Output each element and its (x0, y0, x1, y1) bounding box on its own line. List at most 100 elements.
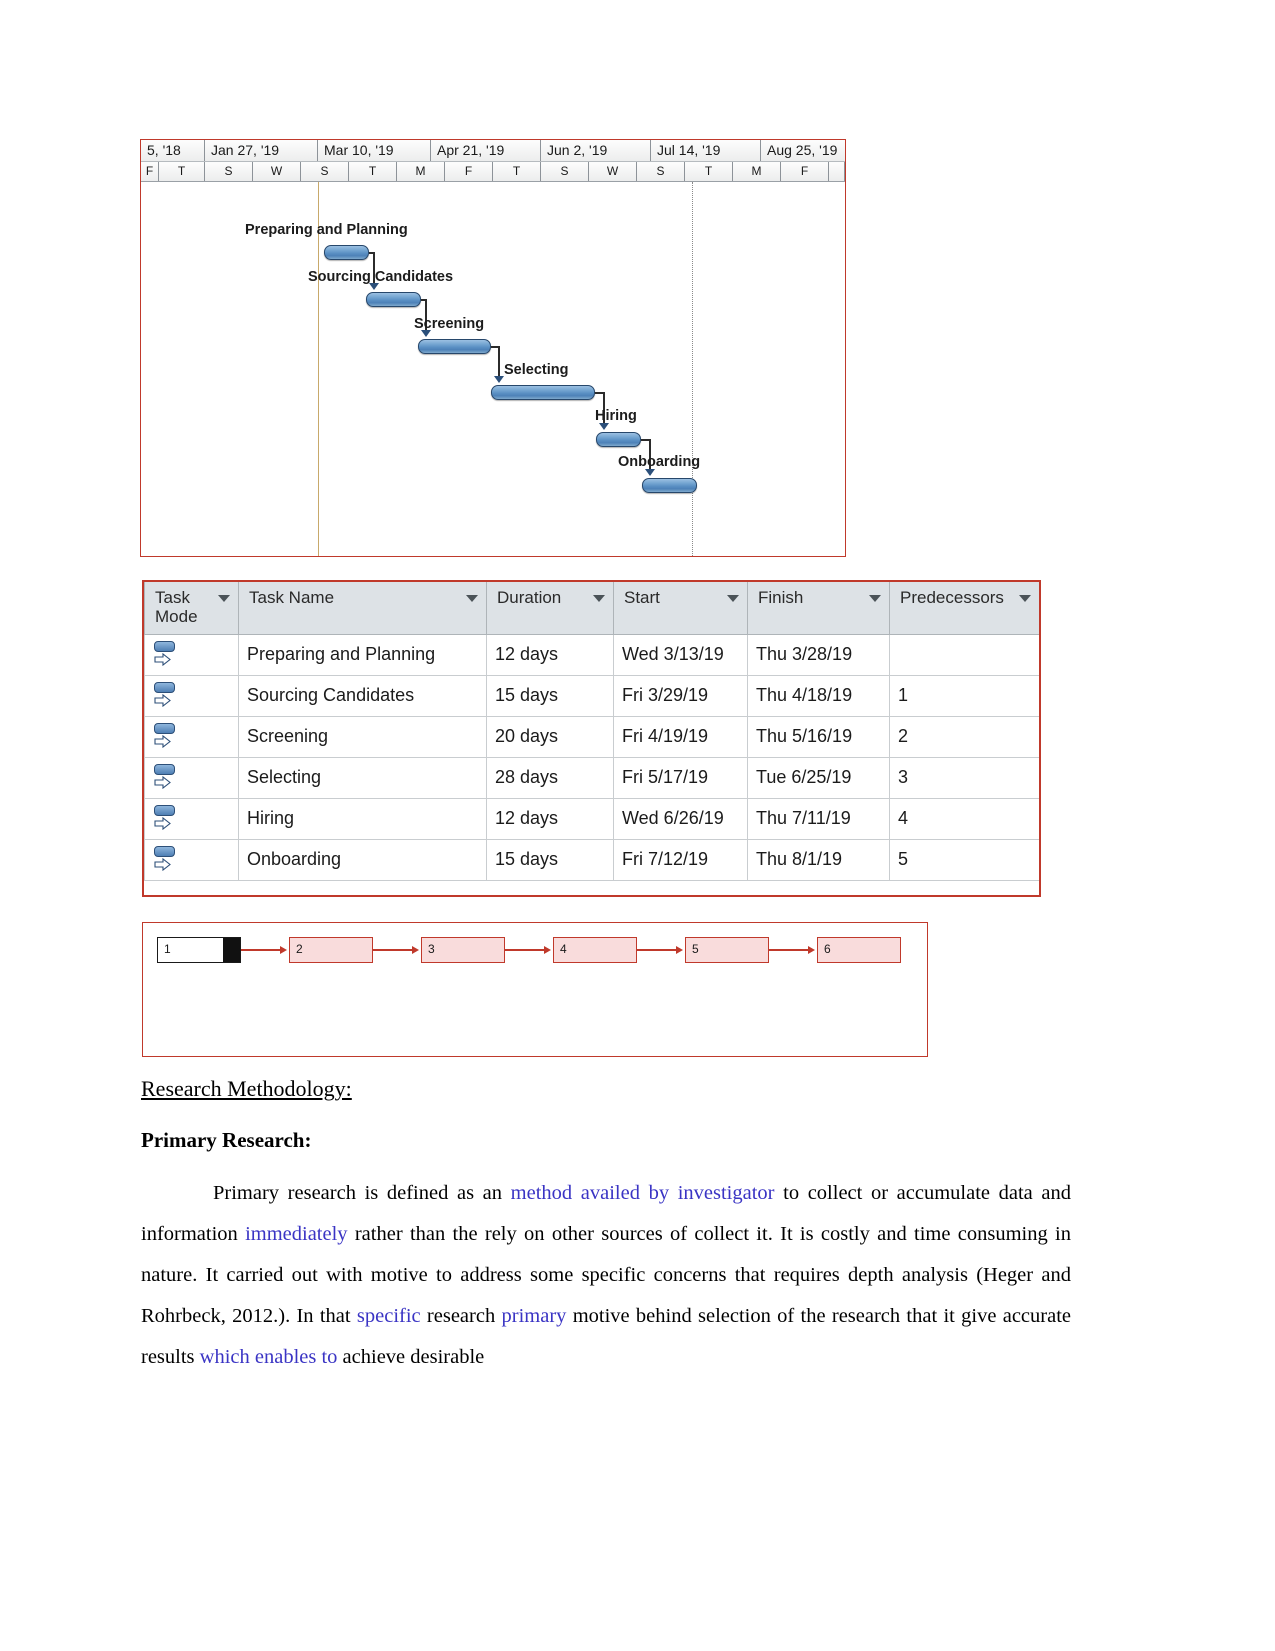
network-node[interactable]: 6 (817, 937, 901, 963)
gantt-task-bar[interactable] (366, 292, 421, 307)
cell-predecessors[interactable]: 1 (889, 674, 1039, 717)
cell-finish[interactable]: Thu 8/1/19 (747, 838, 890, 881)
chevron-down-icon[interactable] (218, 595, 230, 602)
column-header-mode[interactable]: Task Mode (144, 582, 239, 635)
task-mode-cell[interactable] (144, 838, 239, 881)
network-connector-arrow-icon (637, 945, 685, 955)
network-node[interactable]: 4 (553, 937, 637, 963)
network-node[interactable]: 3 (421, 937, 505, 963)
cell-name[interactable]: Selecting (238, 756, 487, 799)
cell-duration[interactable]: 15 days (486, 674, 614, 717)
task-mode-cell[interactable] (144, 674, 239, 717)
gantt-chart-screenshot: 5, '18 Jan 27, '19 Mar 10, '19 Apr 21, '19 J… (140, 139, 846, 557)
chevron-down-icon[interactable] (869, 595, 881, 602)
cell-duration[interactable]: 28 days (486, 756, 614, 799)
schedule-bar-icon (154, 845, 175, 857)
task-mode-cell[interactable] (144, 633, 239, 676)
table-row[interactable]: Preparing and Planning 12 days Wed 3/13/19… (144, 633, 1039, 676)
column-header-duration[interactable]: Duration (486, 582, 614, 635)
task-mode-cell[interactable] (144, 715, 239, 758)
cell-name[interactable]: Sourcing Candidates (238, 674, 487, 717)
document-page: 5, '18 Jan 27, '19 Mar 10, '19 Apr 21, '19 J… (0, 0, 1275, 1651)
gantt-link-horizontal (595, 392, 603, 394)
gantt-day-label: S (205, 162, 253, 181)
gantt-week-row: 5, '18 Jan 27, '19 Mar 10, '19 Apr 21, '19 J… (141, 140, 845, 162)
gantt-day-label: S (301, 162, 349, 181)
task-table-screenshot: Task Mode Task Name Duration Start Finish Pre… (142, 580, 1041, 897)
cell-start[interactable]: Wed 3/13/19 (613, 633, 748, 676)
table-row[interactable]: Sourcing Candidates 15 days Fri 3/29/19 Thu… (144, 674, 1039, 717)
gantt-week-label: Jun 2, '19 (541, 140, 651, 161)
table-row[interactable]: Selecting 28 days Fri 5/17/19 Tue 6/25/19 3 (144, 756, 1039, 799)
cell-name[interactable]: Screening (238, 715, 487, 758)
cell-name[interactable]: Preparing and Planning (238, 633, 487, 676)
highlighted-text-run: which enables to (199, 1346, 338, 1368)
network-diagram-screenshot: 1 2 3 4 5 6 (142, 922, 928, 1057)
cell-finish[interactable]: Thu 7/11/19 (747, 797, 890, 840)
cell-duration[interactable]: 12 days (486, 797, 614, 840)
cell-duration[interactable]: 12 days (486, 633, 614, 676)
gantt-chart-area: Preparing and Planning Sourcing Candidate… (141, 182, 845, 556)
cell-start[interactable]: Fri 4/19/19 (613, 715, 748, 758)
table-row[interactable]: Hiring 12 days Wed 6/26/19 Thu 7/11/19 4 (144, 797, 1039, 840)
gantt-task-bar[interactable] (491, 385, 595, 400)
task-mode-cell[interactable] (144, 797, 239, 840)
arrow-right-icon (154, 816, 171, 830)
arrow-right-icon (154, 734, 171, 748)
chevron-down-icon[interactable] (727, 595, 739, 602)
cell-start[interactable]: Fri 3/29/19 (613, 674, 748, 717)
cell-predecessors[interactable]: 2 (889, 715, 1039, 758)
gantt-day-label: W (253, 162, 301, 181)
cell-finish[interactable]: Thu 5/16/19 (747, 715, 890, 758)
cell-start[interactable]: Fri 5/17/19 (613, 756, 748, 799)
column-header-label: Finish (758, 588, 804, 607)
schedule-bar-icon (154, 640, 175, 652)
gantt-link-horizontal (641, 439, 649, 441)
gantt-day-label: S (637, 162, 685, 181)
chevron-down-icon[interactable] (593, 595, 605, 602)
cell-duration[interactable]: 15 days (486, 838, 614, 881)
column-header-name[interactable]: Task Name (238, 582, 487, 635)
gantt-day-label: M (733, 162, 781, 181)
gantt-week-label: Apr 21, '19 (431, 140, 541, 161)
column-header-start[interactable]: Start (613, 582, 748, 635)
arrow-right-icon (154, 775, 171, 789)
network-node[interactable]: 1 (157, 937, 241, 963)
cell-predecessors[interactable]: 4 (889, 797, 1039, 840)
network-node[interactable]: 2 (289, 937, 373, 963)
network-connector-arrow-icon (241, 945, 289, 955)
auto-schedule-icon (153, 681, 177, 711)
chevron-down-icon[interactable] (1019, 595, 1031, 602)
gantt-link-arrow-icon (494, 376, 504, 383)
chevron-down-icon[interactable] (466, 595, 478, 602)
cell-start[interactable]: Fri 7/12/19 (613, 838, 748, 881)
cell-finish[interactable]: Thu 3/28/19 (747, 633, 890, 676)
cell-name[interactable]: Onboarding (238, 838, 487, 881)
cell-predecessors[interactable]: 3 (889, 756, 1039, 799)
column-header-predecessors[interactable]: Predecessors (889, 582, 1039, 635)
column-header-finish[interactable]: Finish (747, 582, 890, 635)
gantt-week-label: Jan 27, '19 (205, 140, 318, 161)
task-mode-cell[interactable] (144, 756, 239, 799)
gantt-task-bar[interactable] (642, 478, 697, 493)
gantt-task-label: Sourcing Candidates (308, 269, 454, 285)
cell-finish[interactable]: Thu 4/18/19 (747, 674, 890, 717)
network-node[interactable]: 5 (685, 937, 769, 963)
cell-predecessors[interactable]: 5 (889, 838, 1039, 881)
column-header-label: Task Mode (155, 588, 198, 627)
gantt-task-bar[interactable] (324, 245, 369, 260)
gantt-task-bar[interactable] (596, 432, 641, 447)
cell-predecessors[interactable] (889, 633, 1039, 676)
cell-finish[interactable]: Tue 6/25/19 (747, 756, 890, 799)
schedule-bar-icon (154, 681, 175, 693)
gantt-link-vertical (498, 346, 500, 376)
gantt-task-bar[interactable] (418, 339, 491, 354)
table-row[interactable]: Onboarding 15 days Fri 7/12/19 Thu 8/1/19 5 (144, 838, 1039, 881)
cell-duration[interactable]: 20 days (486, 715, 614, 758)
cell-name[interactable]: Hiring (238, 797, 487, 840)
gantt-week-label: Jul 14, '19 (651, 140, 761, 161)
gantt-week-label: 5, '18 (141, 140, 205, 161)
cell-start[interactable]: Wed 6/26/19 (613, 797, 748, 840)
gantt-week-label: Mar 10, '19 (318, 140, 431, 161)
table-row[interactable]: Screening 20 days Fri 4/19/19 Thu 5/16/19 2 (144, 715, 1039, 758)
